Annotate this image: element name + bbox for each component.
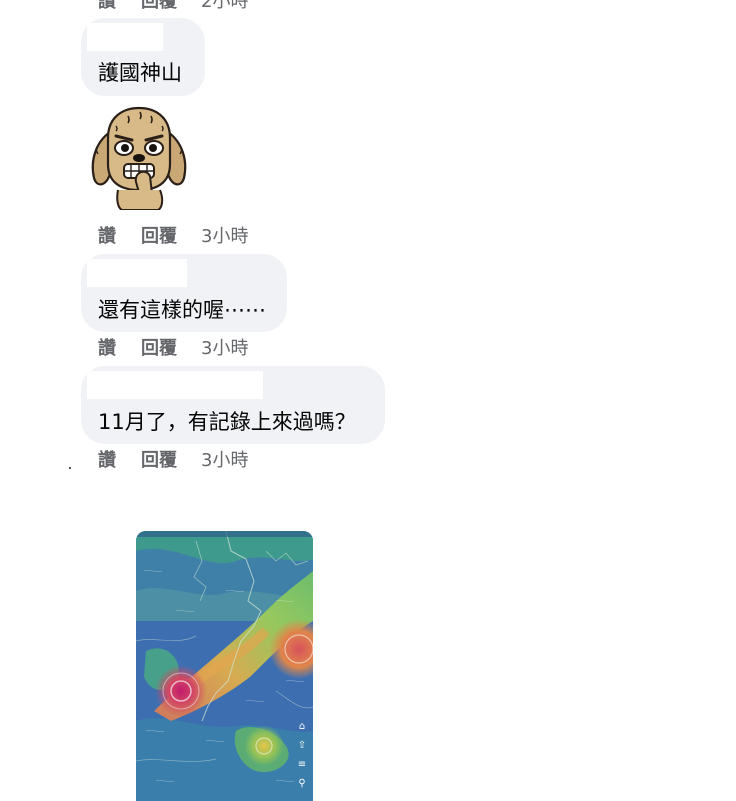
comment-timestamp[interactable]: 3小時 bbox=[201, 334, 248, 360]
comment-actions: 讚 回覆 3小時 bbox=[98, 223, 248, 247]
like-button[interactable]: 讚 bbox=[98, 0, 116, 13]
comment-bubble: 還有這樣的喔⋯⋯ bbox=[81, 254, 287, 332]
home-icon[interactable]: ⌂ bbox=[296, 721, 308, 733]
typhoon-wind-map-image bbox=[136, 531, 313, 801]
comment-bubble: 護國神山 bbox=[81, 18, 205, 96]
reply-button[interactable]: 回覆 bbox=[141, 446, 177, 472]
like-button[interactable]: 讚 bbox=[98, 222, 116, 248]
comment-text: 11月了，有記錄上來過嗎？ bbox=[98, 410, 356, 434]
comment-text: 還有這樣的喔⋯⋯ bbox=[98, 298, 266, 322]
reply-button[interactable]: 回覆 bbox=[141, 222, 177, 248]
reply-button[interactable]: 回覆 bbox=[141, 0, 177, 13]
comment-timestamp[interactable]: 2小時 bbox=[201, 0, 248, 13]
comment-text: 護國神山 bbox=[98, 61, 182, 85]
comment-actions: 讚 回覆 3小時 bbox=[98, 447, 248, 471]
brown-dog-sweating-sticker-icon bbox=[91, 106, 187, 211]
comment-actions-prev: 讚 回覆 2小時 bbox=[98, 0, 248, 12]
comment-bubble: 11月了，有記錄上來過嗎？ bbox=[81, 366, 385, 444]
stray-dot bbox=[69, 467, 71, 469]
reply-button[interactable]: 回覆 bbox=[141, 334, 177, 360]
redacted-author-name bbox=[87, 23, 163, 51]
like-button[interactable]: 讚 bbox=[98, 334, 116, 360]
search-icon[interactable]: ⚲ bbox=[296, 778, 308, 790]
upload-icon[interactable]: ⇧ bbox=[296, 740, 308, 752]
menu-icon[interactable]: ≡ bbox=[296, 759, 308, 771]
attached-image[interactable]: ⌂ ⇧ ≡ ⚲ bbox=[136, 531, 313, 801]
comment-timestamp[interactable]: 3小時 bbox=[201, 446, 248, 472]
dog-sticker bbox=[88, 102, 190, 211]
comment-actions: 讚 回覆 3小時 bbox=[98, 335, 248, 359]
redacted-author-name bbox=[87, 371, 263, 399]
redacted-author-name bbox=[87, 259, 187, 287]
like-button[interactable]: 讚 bbox=[98, 446, 116, 472]
comment-timestamp[interactable]: 3小時 bbox=[201, 222, 248, 248]
